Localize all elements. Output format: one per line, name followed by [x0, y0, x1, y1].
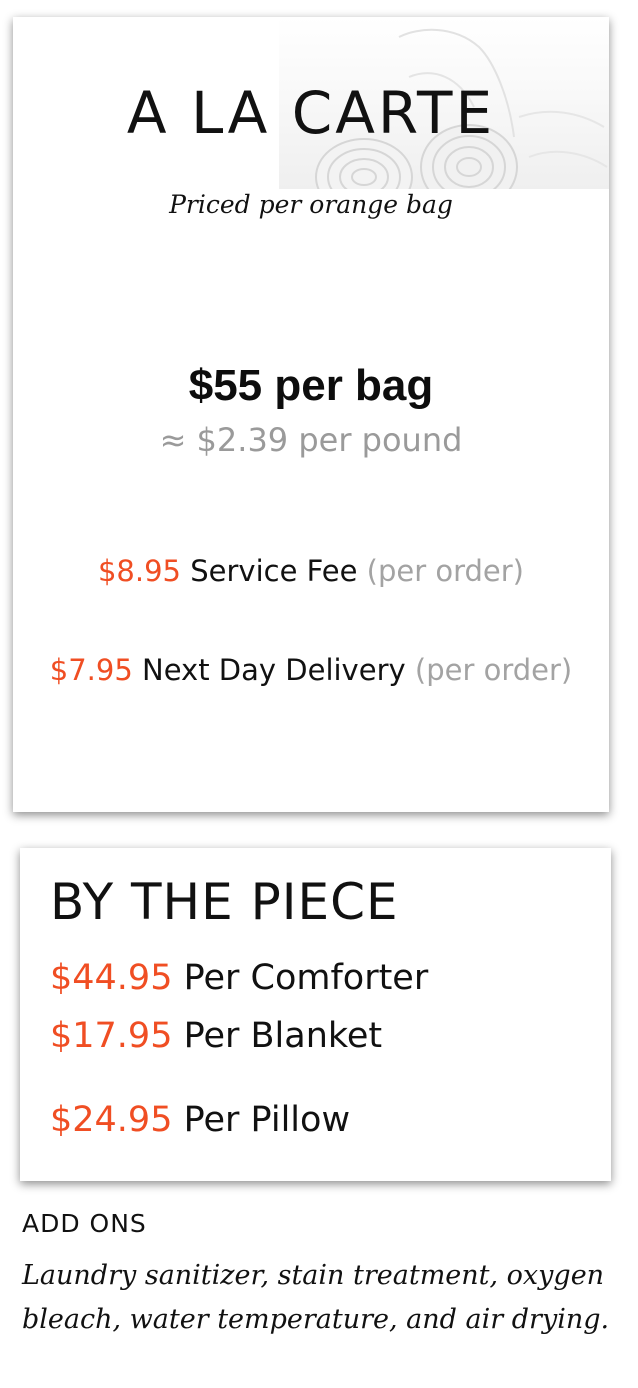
- by-the-piece-card: BY THE PIECE $44.95 Per Comforter $17.95…: [20, 848, 611, 1181]
- delivery-fee-note: (per order): [414, 653, 573, 687]
- piece-price: $24.95: [50, 1100, 173, 1140]
- a-la-carte-title: A LA CARTE: [126, 79, 496, 147]
- by-the-piece-title: BY THE PIECE: [50, 873, 399, 931]
- price-per-pound: ≈ $2.39 per pound: [159, 421, 463, 459]
- add-ons-title: ADD ONS: [22, 1209, 147, 1238]
- piece-item-pillow: $24.95 Per Pillow: [50, 1100, 350, 1140]
- a-la-carte-card: A LA CARTE Priced per orange bag $55 per…: [13, 17, 609, 812]
- service-fee-price: $8.95: [97, 554, 182, 588]
- piece-item-comforter: $44.95 Per Comforter: [50, 958, 428, 998]
- delivery-fee-label: Next Day Delivery: [142, 653, 406, 687]
- piece-price: $44.95: [50, 958, 173, 998]
- next-day-delivery-line: $7.95 Next Day Delivery (per order): [13, 653, 609, 687]
- delivery-fee-price: $7.95: [49, 653, 133, 687]
- price-per-bag: $55 per bag: [188, 361, 434, 410]
- piece-label: Per Pillow: [183, 1100, 351, 1140]
- a-la-carte-subtitle: Priced per orange bag: [169, 190, 453, 219]
- piece-price: $17.95: [50, 1016, 173, 1056]
- service-fee-line: $8.95 Service Fee (per order): [13, 554, 609, 588]
- piece-label: Per Blanket: [183, 1016, 383, 1056]
- add-ons-description: Laundry sanitizer, stain treatment, oxyg…: [22, 1260, 610, 1335]
- piece-item-blanket: $17.95 Per Blanket: [50, 1016, 382, 1056]
- service-fee-label: Service Fee: [190, 554, 358, 588]
- service-fee-note: (per order): [366, 554, 524, 588]
- piece-label: Per Comforter: [183, 958, 429, 998]
